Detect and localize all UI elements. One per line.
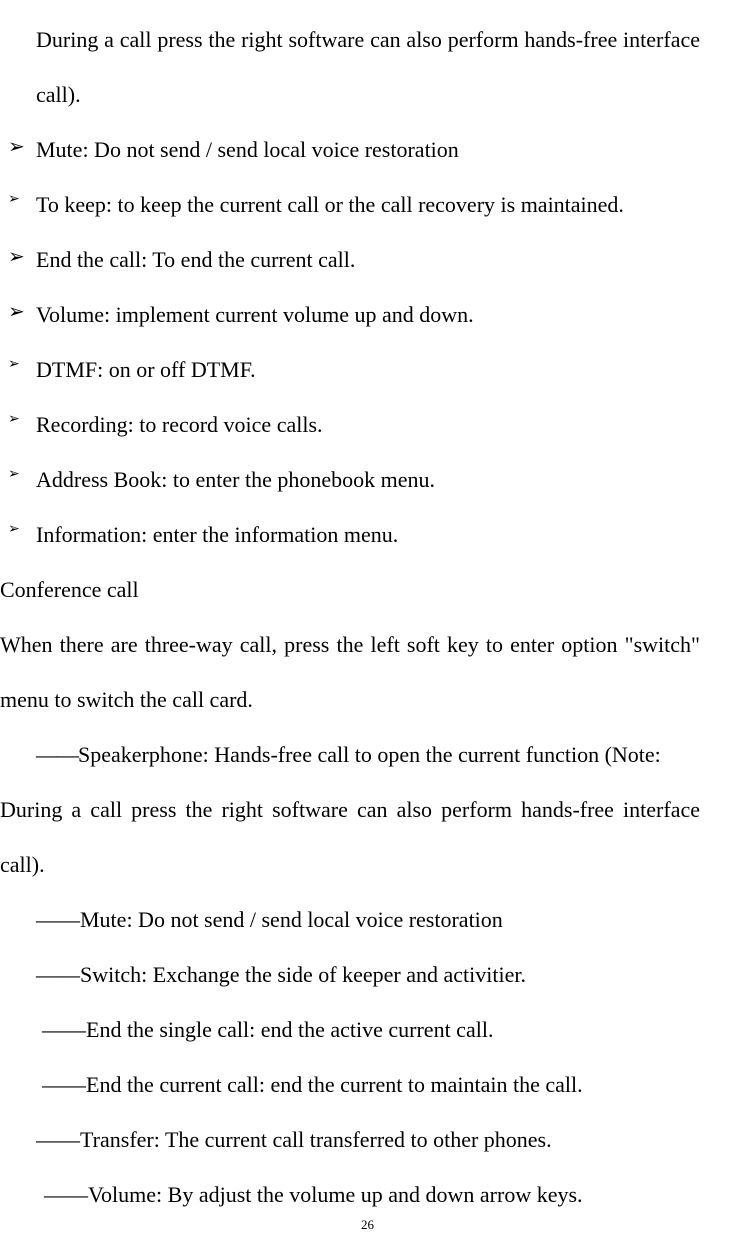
dash-item: ――End the current call: end the current … — [0, 1057, 700, 1112]
list-item-text: Volume: implement current volume up and … — [36, 302, 474, 327]
page-number: 26 — [0, 1217, 735, 1233]
list-item: ➢ Mute: Do not send / send local voice re… — [8, 122, 700, 177]
list-item-text: Recording: to record voice calls. — [36, 412, 323, 437]
dash-item: ――End the single call: end the active cu… — [0, 1002, 700, 1057]
list-item: ➢ To keep: to keep the current call or th… — [8, 177, 700, 232]
arrow-icon: ➢ — [8, 287, 25, 337]
top-paragraph: During a call press the right software c… — [0, 12, 700, 122]
list-item-text: Address Book: to enter the phonebook men… — [36, 467, 435, 492]
dash-prefix: ―― — [44, 1182, 88, 1207]
dash-prefix: ―― — [36, 742, 78, 767]
list-item-text: Information: enter the information menu. — [36, 522, 398, 547]
arrow-icon: ➢ — [8, 346, 20, 381]
dash-text: Volume: By adjust the volume up and down… — [88, 1182, 583, 1207]
list-item: ➢ Information: enter the information menu… — [8, 507, 700, 562]
list-item: ➢ Recording: to record voice calls. — [8, 397, 700, 452]
dash-prefix: ―― — [42, 1072, 86, 1097]
dash-prefix: ―― — [36, 1127, 80, 1152]
dash-prefix: ―― — [36, 962, 80, 987]
dash-item: ――Speakerphone: Hands-free call to open … — [0, 727, 700, 782]
section-heading: Conference call — [0, 562, 700, 617]
bullet-list: ➢ Mute: Do not send / send local voice re… — [0, 122, 700, 562]
dash-item: ――Transfer: The current call transferred… — [0, 1112, 700, 1167]
dash-text: Transfer: The current call transferred t… — [80, 1127, 552, 1152]
dash-text: Speakerphone: Hands-free call to open th… — [78, 742, 661, 767]
arrow-icon: ➢ — [8, 401, 20, 436]
arrow-icon: ➢ — [8, 456, 20, 491]
list-item-text: Mute: Do not send / send local voice res… — [36, 137, 459, 162]
arrow-icon: ➢ — [8, 232, 25, 282]
dash-text: End the current call: end the current to… — [86, 1072, 583, 1097]
list-item-text: To keep: to keep the current call or the… — [36, 192, 624, 217]
document-page: During a call press the right software c… — [0, 0, 735, 1222]
arrow-icon: ➢ — [8, 181, 20, 216]
dash-text: End the single call: end the active curr… — [86, 1017, 493, 1042]
list-item: ➢ Volume: implement current volume up and… — [8, 287, 700, 342]
dash-item: ――Volume: By adjust the volume up and do… — [0, 1167, 700, 1222]
list-item: ➢ Address Book: to enter the phonebook me… — [8, 452, 700, 507]
body-paragraph: When there are three-way call, press the… — [0, 617, 700, 727]
dash-text: Switch: Exchange the side of keeper and … — [80, 962, 526, 987]
list-item: ➢ DTMF: on or off DTMF. — [8, 342, 700, 397]
list-item-text: DTMF: on or off DTMF. — [36, 357, 256, 382]
dash-item: ――Mute: Do not send / send local voice r… — [0, 892, 700, 947]
list-item: ➢ End the call: To end the current call. — [8, 232, 700, 287]
dash-item: ――Switch: Exchange the side of keeper an… — [0, 947, 700, 1002]
continuation-line: During a call press the right software c… — [0, 782, 700, 892]
arrow-icon: ➢ — [8, 511, 20, 546]
dash-prefix: ―― — [42, 1017, 86, 1042]
dash-prefix: ―― — [36, 907, 80, 932]
arrow-icon: ➢ — [8, 122, 25, 172]
list-item-text: End the call: To end the current call. — [36, 247, 355, 272]
dash-text: Mute: Do not send / send local voice res… — [80, 907, 503, 932]
